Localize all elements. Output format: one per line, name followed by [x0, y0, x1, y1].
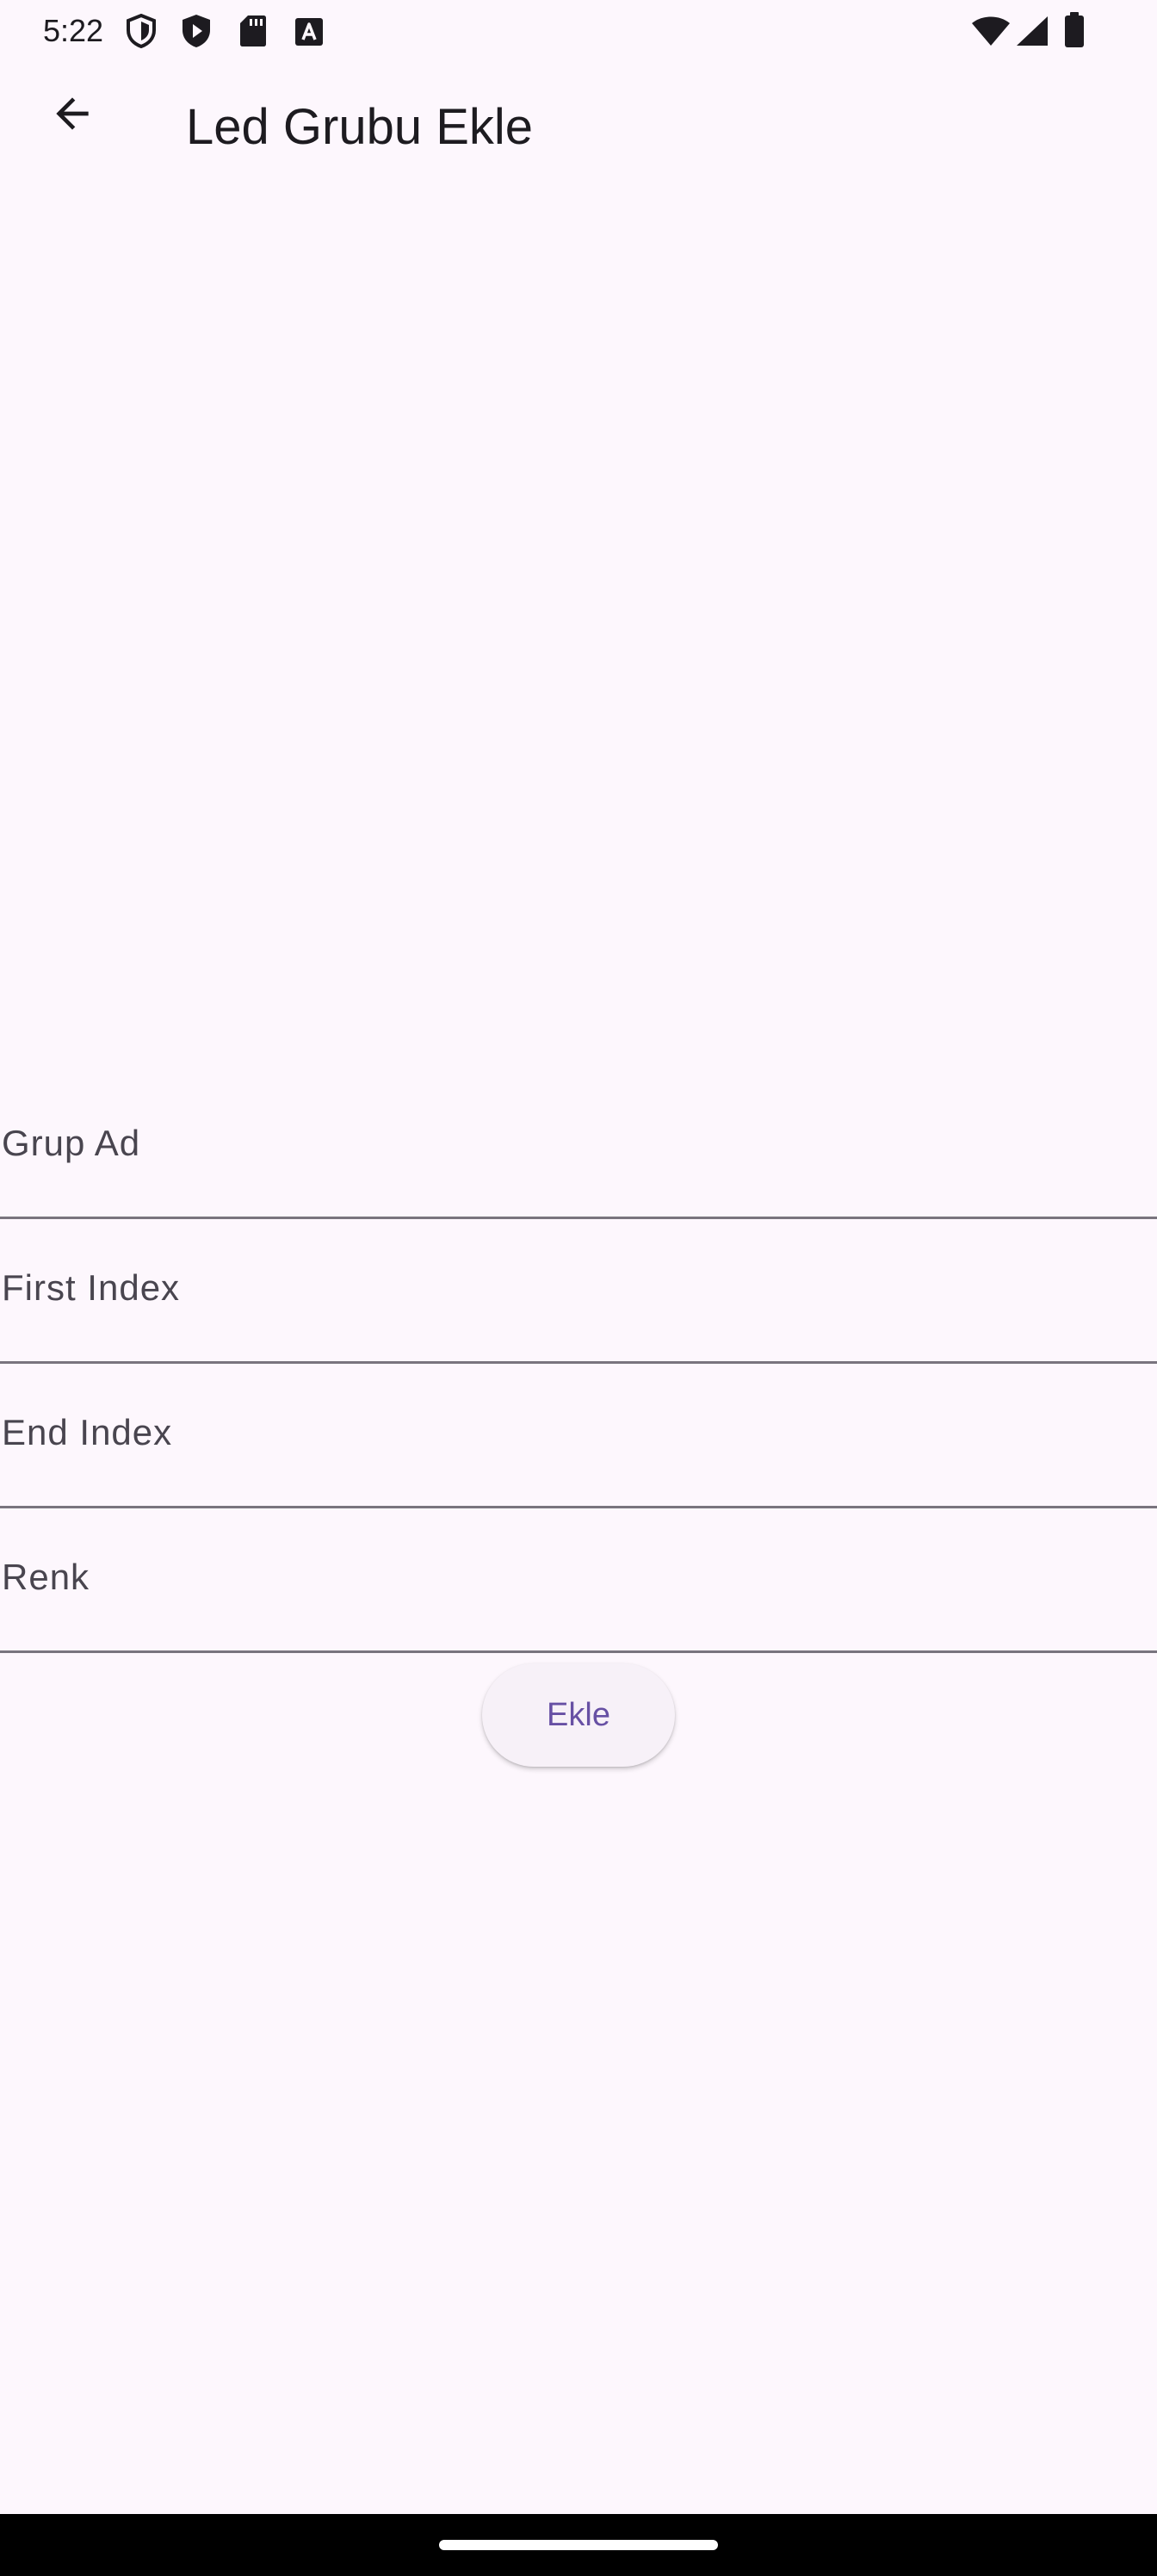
arrow-back-icon [56, 97, 89, 130]
sd-card-icon [240, 15, 266, 46]
end-index-field[interactable]: End Index [0, 1409, 1157, 1553]
battery-icon [1065, 12, 1084, 47]
shield-icon [127, 14, 156, 48]
group-name-field[interactable]: Grup Ad [0, 1119, 1157, 1264]
status-time: 5:22 [43, 13, 104, 48]
add-button[interactable]: Ekle [482, 1663, 675, 1767]
first-index-underline [0, 1361, 1157, 1364]
navigation-bar [0, 2514, 1157, 2576]
play-protect-icon [183, 15, 210, 47]
group-name-label: Grup Ad [2, 1123, 141, 1163]
app-bar: Led Grubu Ekle [0, 62, 1157, 207]
end-index-underline [0, 1506, 1157, 1508]
end-index-label: End Index [2, 1412, 173, 1452]
group-name-underline [0, 1217, 1157, 1219]
color-underline [0, 1650, 1157, 1653]
first-index-label: First Index [2, 1267, 181, 1308]
signal-icon [1017, 16, 1048, 46]
first-index-field[interactable]: First Index [0, 1264, 1157, 1409]
keyboard-a-icon [295, 18, 323, 46]
back-button[interactable] [31, 72, 114, 155]
color-label: Renk [2, 1557, 90, 1597]
wifi-icon [972, 16, 1010, 46]
home-gesture-handle[interactable] [439, 2540, 718, 2550]
page-title: Led Grubu Ekle [186, 99, 534, 155]
status-bar: 5:22 [0, 0, 1157, 62]
